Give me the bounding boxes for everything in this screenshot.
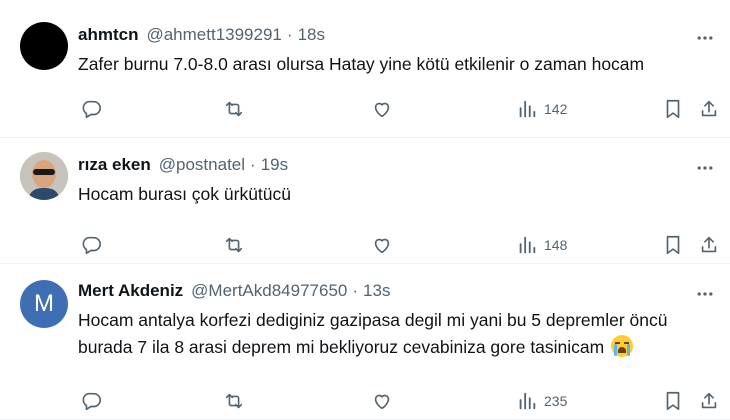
tweet-text-line-1: Hocam antalya korfezi dediginiz gazipasa… [78, 310, 668, 330]
tweet-text: Zafer burnu 7.0-8.0 arası olursa Hatay y… [78, 54, 645, 74]
like-button[interactable] [371, 230, 393, 260]
share-button[interactable] [698, 386, 720, 416]
timestamp[interactable]: 18s [298, 25, 325, 45]
action-bar: 142 [78, 94, 717, 124]
bookmark-icon [666, 391, 680, 411]
display-name[interactable]: ahmtcn [78, 25, 138, 45]
reply-icon [82, 236, 101, 255]
retweet-button[interactable] [223, 386, 245, 416]
retweet-icon [225, 393, 243, 409]
share-button[interactable] [698, 230, 720, 260]
timestamp[interactable]: 13s [363, 281, 390, 301]
action-bar: 235 [78, 386, 717, 416]
like-icon [374, 394, 390, 410]
more-icon[interactable] [694, 283, 716, 305]
views-count: 142 [544, 101, 568, 117]
share-icon [701, 392, 717, 409]
views-icon [519, 392, 536, 410]
avatar[interactable]: M [20, 280, 68, 328]
crying-emoji [611, 335, 634, 357]
tweet-text-line-2-text: burada 7 ila 8 arasi deprem mi bekliyoru… [78, 337, 605, 357]
bookmark-button[interactable] [662, 230, 684, 260]
share-icon [701, 100, 717, 117]
user-handle[interactable]: @ahmett1399291 [146, 25, 281, 45]
share-icon [701, 236, 717, 253]
share-button[interactable] [698, 94, 720, 124]
views-icon [519, 100, 536, 118]
separator-dot: · [250, 155, 256, 174]
bookmark-button[interactable] [662, 386, 684, 416]
more-icon[interactable] [694, 157, 716, 179]
more-icon[interactable] [694, 27, 716, 49]
retweet-icon [225, 237, 243, 253]
tweet-text: Hocam burası çok ürkütücü [78, 184, 292, 204]
views-count: 148 [544, 237, 568, 253]
bookmark-icon [666, 235, 680, 255]
action-bar: 148 [78, 230, 717, 260]
tweet-3[interactable]: M Mert Akdeniz @MertAkd84977650 · 13s Ho… [0, 264, 730, 420]
separator-dot: · [352, 281, 359, 300]
bookmark-button[interactable] [662, 94, 684, 124]
reply-button[interactable] [80, 386, 102, 416]
retweet-button[interactable] [223, 230, 245, 260]
like-button[interactable] [371, 94, 393, 124]
views-button[interactable]: 235 [516, 386, 567, 416]
retweet-icon [225, 101, 243, 117]
tweet-text-line-2: burada 7 ila 8 arasi deprem mi bekliyoru… [78, 334, 714, 361]
retweet-button[interactable] [223, 94, 245, 124]
reply-button[interactable] [80, 230, 102, 260]
separator-dot: · [286, 25, 293, 44]
user-handle[interactable]: @postnatel [159, 155, 245, 175]
views-button[interactable]: 142 [516, 94, 567, 124]
like-icon [374, 238, 390, 254]
user-handle[interactable]: @MertAkd84977650 [191, 281, 347, 301]
views-count: 235 [544, 393, 568, 409]
views-icon [519, 236, 536, 254]
like-icon [374, 102, 390, 118]
reply-icon [82, 392, 101, 411]
bookmark-icon [666, 99, 680, 119]
avatar[interactable] [20, 152, 68, 200]
tweet-1[interactable]: ahmtcn @ahmett1399291 · 18s Zafer burnu … [0, 0, 730, 138]
tweet-2[interactable]: rıza eken @postnatel · 19s Hocam burası … [0, 138, 730, 264]
tweet-text: Hocam antalya korfezi dediginiz gazipasa… [78, 307, 714, 361]
timestamp[interactable]: 19s [261, 155, 288, 175]
reply-icon [82, 100, 101, 119]
views-button[interactable]: 148 [516, 230, 567, 260]
avatar[interactable] [20, 22, 68, 70]
reply-button[interactable] [80, 94, 102, 124]
display-name[interactable]: Mert Akdeniz [78, 281, 183, 301]
like-button[interactable] [371, 386, 393, 416]
display-name[interactable]: rıza eken [78, 155, 151, 175]
